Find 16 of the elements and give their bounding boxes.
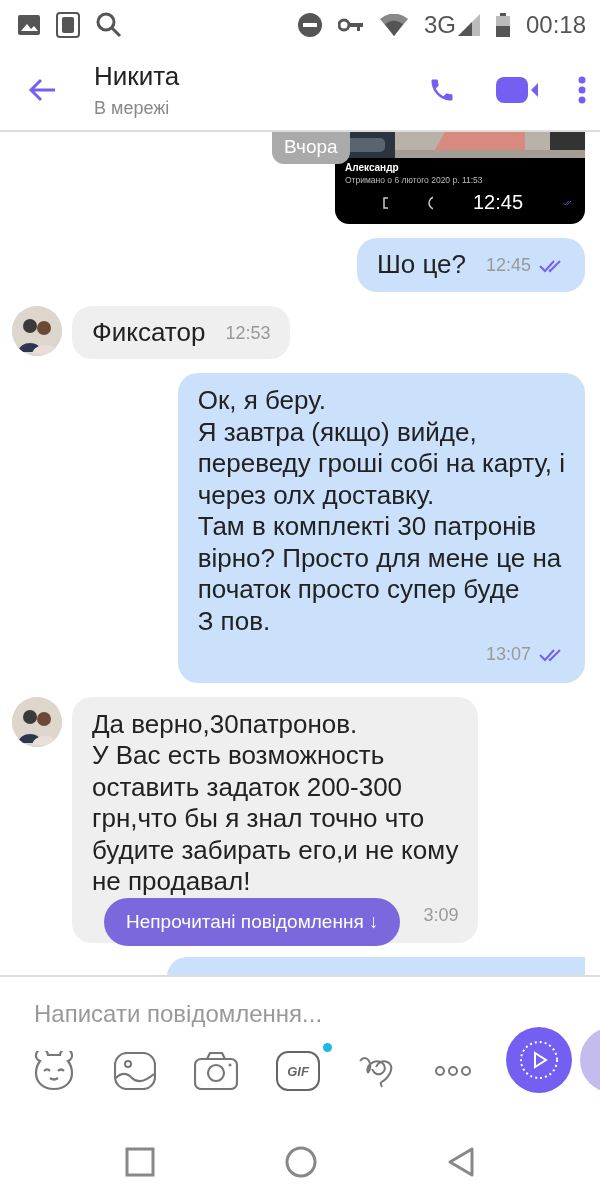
message-text: Фиксатор (92, 316, 206, 348)
date-label: Вчора (272, 132, 350, 164)
received-caption: Отримано о 6 лютого 2020 р. 11:53 (344, 174, 484, 185)
clock: 00:18 (525, 11, 586, 39)
contact-status: В мережі (94, 98, 171, 119)
message-time: 3:09 (423, 903, 459, 927)
message-text: Ок, я беру. Я завтра (якщо) вийде, переведу гроші собі на карту, і через олх доставку. Там в комплекті 30 патронів вірно? Просто для мене це на початок просто супер буде З пов. (197, 385, 565, 637)
contact-name: Никита (94, 61, 181, 92)
message-time: 12:53 (225, 321, 271, 345)
sender-name: Александр (344, 161, 400, 173)
message-text: Шо це? (376, 249, 466, 281)
message-time: 12:45 (472, 191, 524, 214)
message-time: 12:45 (485, 254, 531, 277)
network-type: 3G (423, 11, 456, 39)
message-text: Да верно,30патронов. У Вас есть возможность оставить задаток 200-300 грн,что бы я знал точно что будите забирать его,и не кому не продавал! (92, 708, 459, 898)
message-time: 13:07 (485, 643, 531, 666)
